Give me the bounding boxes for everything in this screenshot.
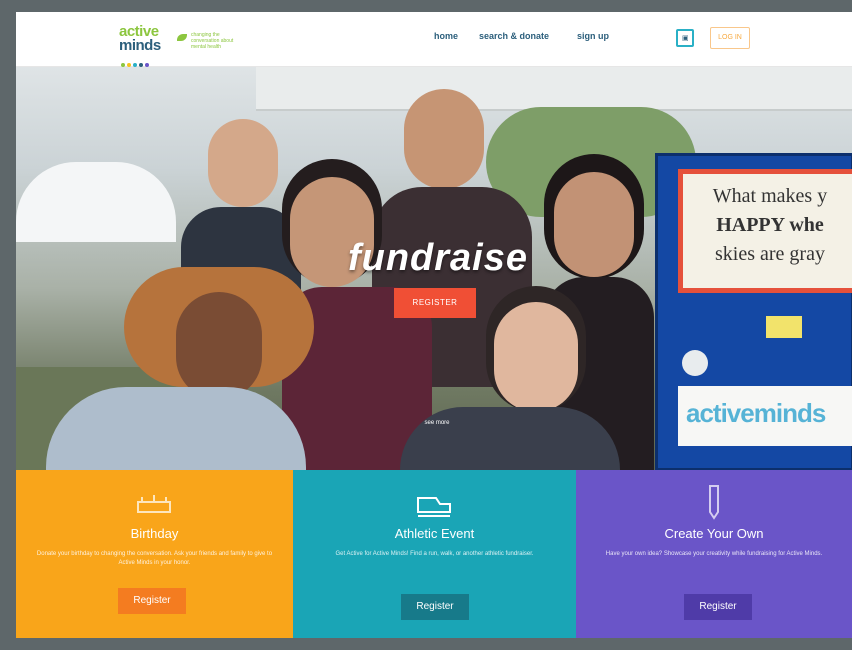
sign-line-2: HAPPY whe xyxy=(716,214,824,236)
login-button[interactable]: LOG IN xyxy=(710,27,750,49)
card-create-your-own[interactable]: Create Your Own Have your own idea? Show… xyxy=(576,470,852,638)
person-head-1 xyxy=(208,119,278,207)
card-athletic-register-button[interactable]: Register xyxy=(401,594,469,620)
person-body-5 xyxy=(46,387,306,470)
see-more-link[interactable]: see more xyxy=(414,420,460,426)
happy-sign: What makes y HAPPY whe skies are gray xyxy=(678,169,852,293)
nav-search-donate[interactable]: search & donate xyxy=(479,31,549,41)
nav-sign-up[interactable]: sign up xyxy=(577,31,609,41)
round-sticker xyxy=(682,350,708,376)
yellow-note xyxy=(766,316,802,338)
board-active-minds-logo: activeminds xyxy=(678,386,852,446)
nav-home[interactable]: home xyxy=(434,31,458,41)
logo-tagline: changing the conversation about mental h… xyxy=(191,32,234,50)
page: active minds changing the conversation a… xyxy=(16,12,852,638)
sign-line-1: What makes y xyxy=(712,185,828,207)
person-body-6 xyxy=(400,407,620,470)
leaf-icon xyxy=(177,34,187,41)
card-athletic-event[interactable]: Athletic Event Get Active for Active Min… xyxy=(293,470,576,638)
card-birthday-title: Birthday xyxy=(130,526,179,541)
card-create-description: Have your own idea? Showcase your creati… xyxy=(605,551,823,557)
bulletin-board: What makes y HAPPY whe skies are gray ac… xyxy=(655,153,852,470)
shoe-icon xyxy=(414,490,454,520)
card-birthday[interactable]: Birthday Donate your birthday to changin… xyxy=(16,470,293,638)
hero-banner: What makes y HAPPY whe skies are gray ac… xyxy=(16,67,852,470)
person-head-6 xyxy=(494,302,578,412)
logo-text-minds: minds xyxy=(119,37,161,54)
person-head-2 xyxy=(404,89,484,189)
active-minds-logo[interactable]: active minds changing the conversation a… xyxy=(119,23,239,67)
card-create-register-button[interactable]: Register xyxy=(684,594,752,620)
hero-title: fundraise xyxy=(347,237,529,279)
tent-canopy xyxy=(256,67,852,111)
sign-line-3: skies are gray xyxy=(715,243,825,265)
cake-icon xyxy=(134,490,174,514)
card-create-title: Create Your Own xyxy=(664,526,764,541)
card-birthday-register-button[interactable]: Register xyxy=(118,588,186,614)
hero-register-button[interactable]: REGISTER xyxy=(394,288,476,318)
cart-icon: ▣ xyxy=(682,35,689,42)
pencil-icon xyxy=(706,484,722,520)
person-head-4 xyxy=(554,172,634,277)
cart-button[interactable]: ▣ xyxy=(676,29,694,47)
tent-left xyxy=(16,162,176,242)
card-birthday-description: Donate your birthday to changing the con… xyxy=(36,551,273,566)
board-logo-text: activeminds xyxy=(686,398,826,428)
card-athletic-title: Athletic Event xyxy=(394,526,475,541)
site-header: active minds changing the conversation a… xyxy=(16,12,852,67)
person-head-5 xyxy=(176,292,262,400)
card-athletic-description: Get Active for Active Minds! Find a run,… xyxy=(335,551,534,557)
